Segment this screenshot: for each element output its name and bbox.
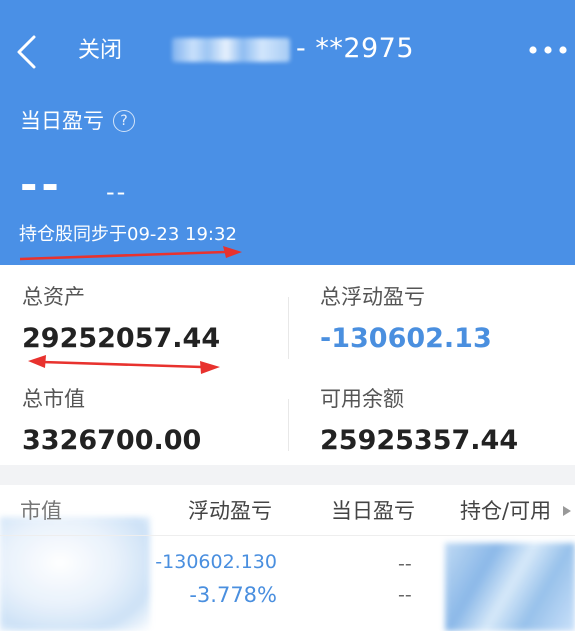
column-divider xyxy=(288,297,289,359)
close-button[interactable]: 关闭 xyxy=(78,36,122,66)
total-assets-value: 29252057.44 xyxy=(22,323,221,354)
row-float-pnl-pct: -3.778% xyxy=(189,583,277,607)
daily-pnl-value: -- xyxy=(20,160,63,209)
total-assets-label: 总资产 xyxy=(22,285,85,309)
available-balance-cell: 可用余额 25925357.44 xyxy=(320,385,518,458)
row-daily-pnl: -- xyxy=(398,553,412,575)
daily-pnl-pct: -- xyxy=(106,178,128,206)
available-balance-label: 可用余额 xyxy=(320,387,404,411)
triangle-right-icon[interactable] xyxy=(562,505,572,517)
account-header: 关闭 - **2975 当日盈亏 ? -- -- 持仓股同步于09-23 19:… xyxy=(0,0,575,265)
position-qty-redacted xyxy=(445,543,575,631)
sync-status-text: 持仓股同步于09-23 19:32 xyxy=(19,224,237,245)
total-float-pnl-cell: 总浮动盈亏 -130602.13 xyxy=(320,283,492,356)
column-header-daily-pnl[interactable]: 当日盈亏 xyxy=(331,497,415,525)
total-assets-cell: 总资产 29252057.44 xyxy=(22,283,220,356)
back-arrow-icon[interactable] xyxy=(14,34,40,70)
daily-pnl-label: 当日盈亏 xyxy=(20,109,104,133)
holdings-table: 市值 浮动盈亏 当日盈亏 持仓/可用 -130602.130 -3.778% -… xyxy=(0,485,575,631)
question-circle-icon[interactable]: ? xyxy=(113,110,135,132)
available-balance-value: 25925357.44 xyxy=(320,425,519,456)
row-float-pnl: -130602.130 xyxy=(155,551,277,573)
column-header-float-pnl[interactable]: 浮动盈亏 xyxy=(188,497,272,525)
more-dots-icon[interactable] xyxy=(528,42,568,58)
row-daily-pnl-pct: -- xyxy=(398,584,412,606)
asset-summary: 总资产 29252057.44 总浮动盈亏 -130602.13 总市值 332… xyxy=(0,265,575,465)
account-number: - **2975 xyxy=(296,33,415,64)
total-market-value-value: 3326700.00 xyxy=(22,425,202,456)
column-header-position[interactable]: 持仓/可用 xyxy=(460,497,551,525)
table-divider xyxy=(0,535,575,536)
section-gap xyxy=(0,465,575,485)
total-float-pnl-value: -130602.13 xyxy=(320,323,492,354)
column-divider xyxy=(288,399,289,451)
total-float-pnl-label: 总浮动盈亏 xyxy=(320,285,425,309)
total-market-value-label: 总市值 xyxy=(22,387,85,411)
column-header-market-value[interactable]: 市值 xyxy=(20,497,62,525)
account-name-redacted xyxy=(172,38,290,62)
total-market-value-cell: 总市值 3326700.00 xyxy=(22,385,201,458)
